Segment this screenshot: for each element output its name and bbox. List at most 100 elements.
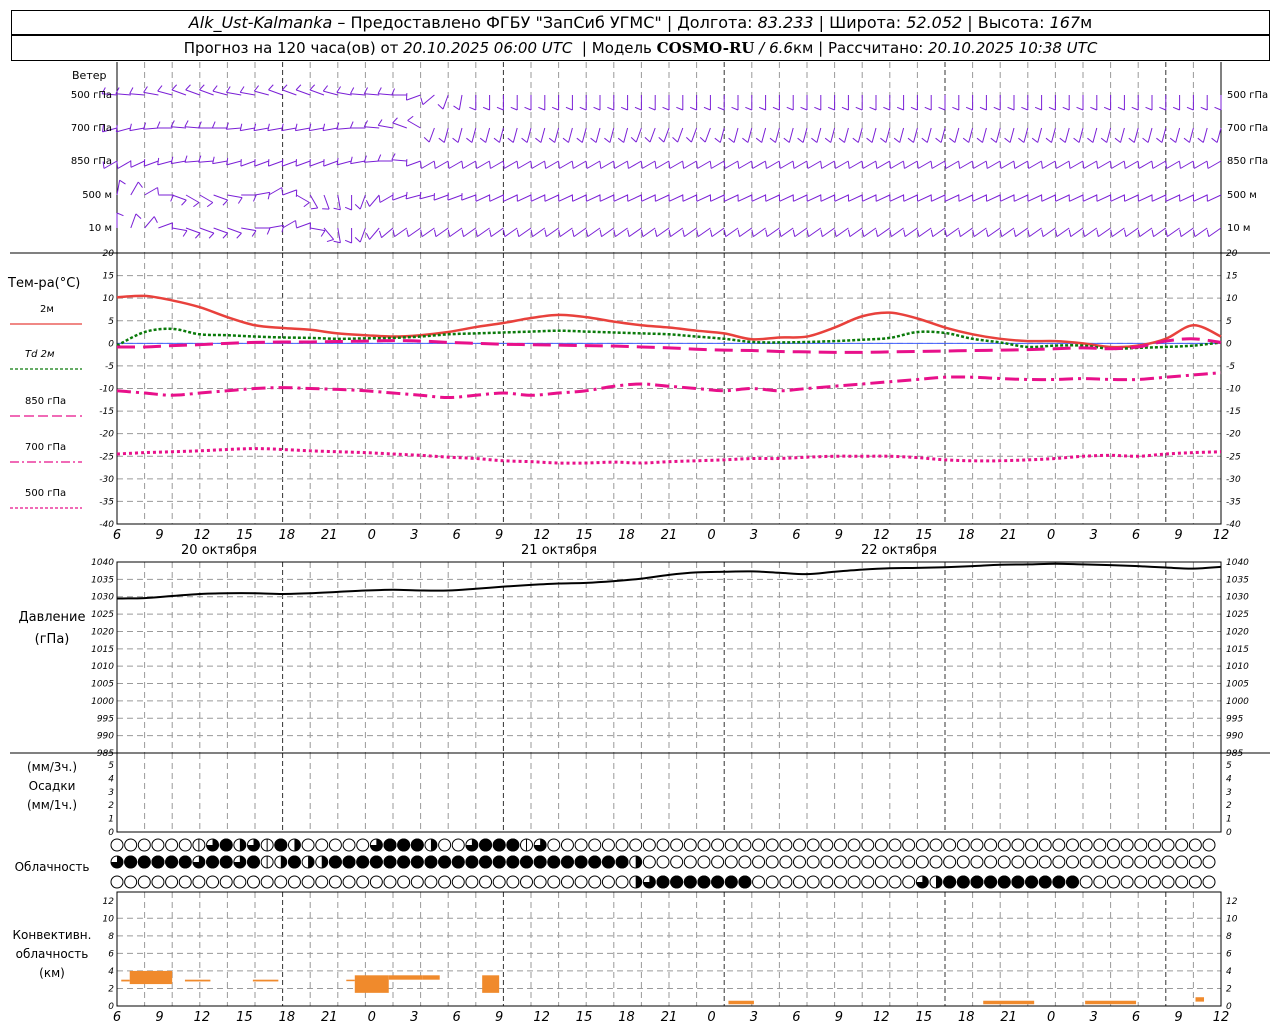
wind-barb-shaft — [684, 227, 697, 238]
time-tick-label: 15 — [576, 528, 593, 543]
wind-barb-feather — [1145, 106, 1153, 111]
wind-barb-feather — [811, 137, 818, 143]
time-tick-label: 9 — [155, 1010, 163, 1024]
wind-barb-shaft — [503, 194, 518, 202]
cloud-circle — [1147, 838, 1161, 852]
cloud-cover-symbol — [260, 838, 274, 852]
wind-barb-shaft — [1069, 160, 1084, 169]
convective-cloud-bar — [121, 979, 130, 982]
wind-barb — [696, 227, 711, 238]
cloud-full — [424, 855, 438, 869]
wind-barb-shaft — [359, 194, 366, 210]
wind-barb — [1131, 95, 1139, 111]
wind-barb-shaft — [504, 227, 518, 238]
wind-barb — [921, 127, 932, 143]
temp-tick-right: -40 — [1226, 520, 1241, 530]
cloud-cover-symbol — [711, 838, 725, 852]
wind-barb-shaft — [282, 220, 296, 229]
wind-barb — [254, 191, 271, 200]
cloud-half — [430, 839, 437, 851]
wind-barb-feather — [689, 106, 697, 111]
time-tick-label: 6 — [1132, 1010, 1140, 1024]
wind-barb — [1013, 227, 1029, 238]
wind-barb-shaft — [794, 227, 808, 238]
cloud-cover-symbol — [833, 855, 847, 869]
wind-barb-feather — [1172, 106, 1180, 111]
wind-barb — [268, 187, 284, 196]
wind-barb-feather — [303, 202, 310, 208]
cloud-cover-symbol — [165, 855, 179, 869]
temp-tick-right: 10 — [1226, 294, 1238, 304]
time-tick-label: 12 — [873, 528, 890, 543]
wind-barb-shaft — [904, 227, 918, 238]
wind-barb — [489, 194, 504, 202]
wind-barb — [658, 127, 670, 143]
wind-barb-shaft — [1207, 194, 1222, 202]
cloud-cover-symbol — [765, 838, 779, 852]
wind-barb-shaft — [226, 127, 242, 130]
cloud-circle — [656, 855, 670, 869]
wind-barb-shaft — [932, 227, 946, 238]
wind-barb — [852, 127, 863, 143]
wind-level-left: 850 гПа — [71, 156, 112, 167]
cloud-cover-symbol — [724, 838, 738, 852]
date-label: 21 октября — [521, 543, 597, 558]
wind-barb-shaft — [1014, 160, 1029, 169]
wind-barb-shaft — [821, 160, 835, 169]
wind-barb — [765, 194, 780, 202]
wind-barb-shaft — [1015, 227, 1029, 238]
wind-barb-shaft — [172, 227, 188, 232]
time-tick-label: 15 — [576, 1010, 593, 1024]
time-tick-label: 0 — [1047, 1010, 1055, 1024]
cloud-cover-symbol — [1161, 855, 1175, 869]
wind-barb — [1007, 95, 1015, 111]
wind-barb — [1179, 194, 1194, 202]
wind-barb — [1172, 95, 1181, 111]
temp-tick-right: -10 — [1226, 385, 1241, 395]
cloud-circle — [970, 855, 984, 869]
wind-barb-shaft — [268, 160, 283, 167]
cloud-cover-symbol — [697, 838, 711, 852]
time-tick-label: 6 — [792, 1010, 800, 1024]
cloud-cover-symbol — [1093, 838, 1107, 852]
cloud-cover-symbol — [219, 855, 233, 869]
cloud-circle — [588, 838, 602, 852]
wind-barb-shaft — [1096, 194, 1111, 202]
wind-barb-feather — [119, 179, 126, 185]
wind-barb — [952, 95, 960, 111]
wind-barb-shaft — [802, 127, 808, 143]
cloud-circle — [1025, 855, 1039, 869]
cloud-cover-symbol — [1052, 875, 1066, 889]
wind-barb — [1165, 160, 1180, 169]
legend-label: 500 гПа — [25, 488, 66, 499]
cloud-full — [369, 855, 383, 869]
wind-barb-feather — [1103, 106, 1111, 111]
cloud-cover-symbol — [410, 838, 424, 852]
wind-barb-shaft — [904, 160, 918, 169]
cloud-full — [247, 855, 260, 869]
cloud-cover-symbol — [247, 875, 260, 889]
wind-barb-shaft — [1042, 227, 1056, 238]
wind-barb-shaft — [995, 127, 1001, 143]
wind-barb — [344, 228, 353, 244]
wind-barb-feather — [875, 229, 879, 237]
wind-barb-shaft — [683, 160, 697, 169]
wind-barb — [893, 127, 905, 143]
wind-barb-shaft — [309, 127, 325, 132]
temp-tick-left: -25 — [99, 452, 114, 462]
cloud-cover-symbol — [397, 875, 411, 889]
wind-barb-shaft — [296, 222, 311, 229]
wind-barb — [170, 120, 187, 129]
wind-barb-shaft — [1120, 127, 1125, 143]
cloud-cover-symbol — [356, 855, 370, 869]
wind-barb-feather — [268, 84, 274, 91]
wind-barb-shaft — [378, 93, 394, 96]
wind-barb — [130, 213, 142, 229]
wind-barb-feather — [880, 137, 887, 143]
wind-barb — [861, 227, 877, 238]
wind-barb-shaft — [185, 89, 200, 96]
wind-barb — [855, 95, 863, 111]
cloud-full — [328, 855, 342, 869]
wind-barb — [985, 227, 1001, 238]
cloud-full — [492, 838, 506, 852]
